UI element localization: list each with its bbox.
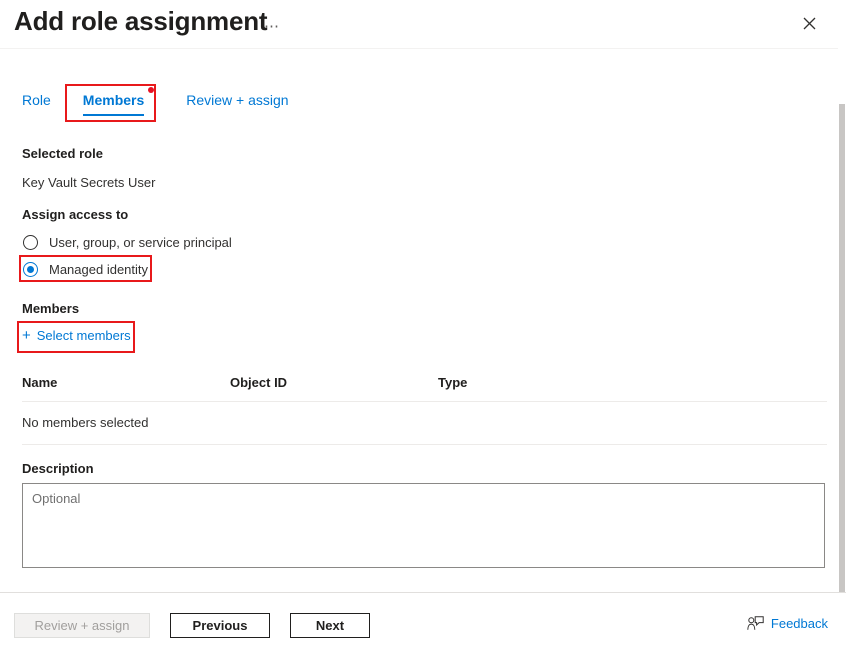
close-icon xyxy=(803,17,815,29)
radio-unchecked-icon xyxy=(23,234,38,250)
table-header-row: Name Object ID Type xyxy=(22,375,827,402)
plus-icon: + xyxy=(22,327,31,344)
feedback-label: Feedback xyxy=(770,616,828,631)
more-options-icon[interactable]: ⋯ xyxy=(258,15,286,38)
empty-state-message: No members selected xyxy=(22,415,149,430)
column-header-name: Name xyxy=(22,375,58,390)
tab-review-assign-label: Review + assign xyxy=(186,92,289,108)
description-input[interactable] xyxy=(22,483,825,568)
tab-role-label: Role xyxy=(22,92,51,108)
assign-access-to-label: Assign access to xyxy=(22,207,129,222)
tab-attention-dot-icon xyxy=(148,87,155,93)
radio-managed-identity-label: Managed identity xyxy=(49,261,149,277)
selected-role-value: Key Vault Secrets User xyxy=(22,175,156,190)
members-table: Name Object ID Type No members selected xyxy=(22,375,827,445)
radio-checked-icon xyxy=(23,261,38,277)
scrollbar-track[interactable] xyxy=(838,48,846,624)
table-row: No members selected xyxy=(22,402,827,445)
select-members-button[interactable]: + Select members xyxy=(22,328,131,343)
radio-user-group-service-principal[interactable]: User, group, or service principal xyxy=(23,231,232,253)
tab-review-assign[interactable]: Review + assign xyxy=(186,86,288,118)
description-label: Description xyxy=(22,461,94,476)
blade-header: Add role assignment ⋯ xyxy=(0,0,846,48)
next-button[interactable]: Next xyxy=(290,613,370,638)
page-title: Add role assignment xyxy=(14,6,268,36)
tab-role[interactable]: Role xyxy=(22,86,51,118)
tab-active-underline xyxy=(82,114,145,116)
review-assign-button[interactable]: Review + assign xyxy=(14,613,150,638)
tab-members[interactable]: Members xyxy=(82,86,155,118)
tab-bar: Role Members Review + assign xyxy=(22,86,289,118)
feedback-button[interactable]: Feedback xyxy=(747,616,828,631)
members-label: Members xyxy=(22,301,80,316)
radio-managed-identity[interactable]: Managed identity xyxy=(23,258,148,280)
blade-footer: Review + assign Previous Next Feedback xyxy=(0,592,846,656)
close-button[interactable] xyxy=(796,10,822,36)
radio-user-group-label: User, group, or service principal xyxy=(49,234,232,250)
select-members-label: Select members xyxy=(36,328,131,343)
column-header-type: Type xyxy=(438,375,468,390)
selected-role-label: Selected role xyxy=(22,146,103,161)
column-header-object-id: Object ID xyxy=(230,375,288,390)
tab-members-label: Members xyxy=(82,92,145,108)
feedback-icon xyxy=(747,616,764,631)
header-divider xyxy=(0,48,846,49)
previous-button[interactable]: Previous xyxy=(170,613,270,638)
scrollbar-thumb[interactable] xyxy=(839,104,845,624)
